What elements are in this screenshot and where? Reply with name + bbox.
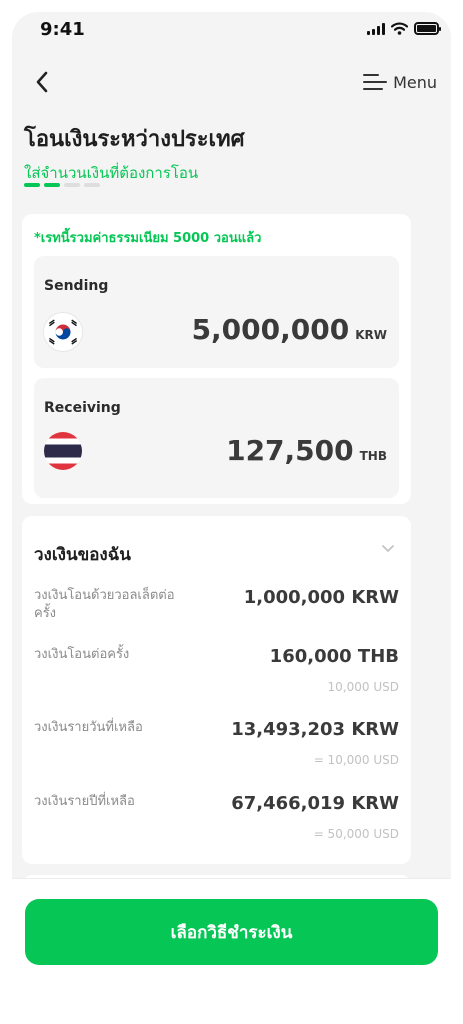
phone-screen: 9:41 Menu โอนเงินระหว่างประเทศ ใส่จำนวนเ… (12, 12, 451, 1012)
limit-label: วงเงินโอนด้วยวอลเล็ตต่อครั้ง (34, 588, 175, 621)
limit-value: 160,000 THB (269, 646, 399, 667)
chevron-left-icon (36, 71, 48, 93)
step-dot-2 (44, 183, 60, 187)
cellular-signal-icon (367, 22, 385, 35)
receiving-label: Receiving (44, 400, 121, 416)
status-bar: 9:41 (12, 12, 451, 48)
limit-value: 67,466,019 KRW (231, 793, 399, 814)
fee-note: *เรทนี้รวมค่าธรรมเนียม 5000 วอนแล้ว (34, 231, 262, 246)
menu-button[interactable]: Menu (363, 68, 437, 96)
sending-label: Sending (44, 278, 109, 294)
wifi-icon (391, 22, 408, 35)
page-title: โอนเงินระหว่างประเทศ (24, 127, 245, 152)
exchange-card: *เรทนี้รวมค่าธรรมเนียม 5000 วอนแล้ว Send… (22, 214, 411, 504)
limit-usd-equivalent: = 50,000 USD (313, 827, 399, 841)
hamburger-icon (363, 74, 388, 90)
limit-label: วงเงินรายวันที่เหลือ (34, 720, 143, 735)
step-progress-indicator (24, 183, 100, 187)
limit-value: 1,000,000 KRW (243, 587, 399, 608)
thailand-flag-icon (44, 432, 82, 470)
top-navigation: Menu (12, 62, 451, 102)
limit-usd-equivalent: 10,000 USD (327, 680, 399, 694)
receiving-amount: 127,500 THB (226, 434, 387, 467)
my-limits-card: วงเงินของฉัน วงเงินโอนด้วยวอลเล็ตต่อครั้… (22, 516, 411, 864)
south-korea-flag-icon (44, 313, 82, 351)
battery-icon (414, 22, 441, 35)
limit-label: วงเงินโอนต่อครั้ง (34, 647, 130, 662)
step-dot-1 (24, 183, 40, 187)
limits-title: วงเงินของฉัน (34, 545, 131, 565)
step-dot-4 (84, 183, 100, 187)
receiving-currency: THB (359, 449, 387, 463)
receiving-amount-box[interactable]: Receiving 127,500 THB (34, 378, 399, 498)
step-description: ใส่จำนวนเงินที่ต้องการโอน (24, 164, 199, 182)
limit-label: วงเงินรายปีที่เหลือ (34, 794, 135, 809)
sending-amount[interactable]: 5,000,000 KRW (192, 313, 387, 346)
sending-currency: KRW (355, 328, 387, 342)
sending-amount-value: 5,000,000 (191, 313, 350, 346)
back-button[interactable] (28, 68, 56, 96)
select-payment-method-button[interactable]: เลือกวิธีชำระเงิน (25, 899, 438, 965)
limit-usd-equivalent: = 10,000 USD (313, 753, 399, 767)
status-time: 9:41 (40, 19, 85, 40)
limit-value: 13,493,203 KRW (231, 719, 399, 740)
select-payment-method-label: เลือกวิธีชำระเงิน (170, 922, 293, 943)
receiving-amount-value: 127,500 (226, 434, 354, 467)
chevron-down-icon[interactable] (381, 544, 395, 553)
menu-label: Menu (393, 72, 437, 92)
step-dot-3 (64, 183, 80, 187)
status-icons (367, 22, 441, 35)
sending-amount-box[interactable]: Sending 5,000,000 KRW (34, 256, 399, 368)
